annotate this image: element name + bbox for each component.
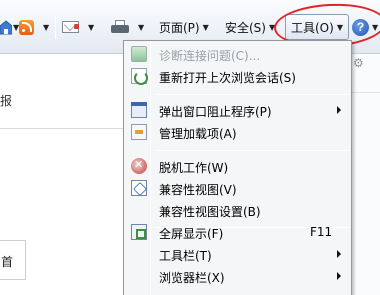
content-divider (0, 128, 124, 129)
menu-item-popup-blocker[interactable]: 弹出窗口阻止程序(P) (126, 99, 349, 121)
reopen-session-icon (131, 68, 148, 85)
safety-menu-button[interactable]: 安全(S) ▼ (225, 14, 275, 40)
popup-blocker-icon (131, 102, 147, 118)
chevron-down-icon: ▼ (88, 22, 95, 32)
menu-item-label: 工具栏(T) (159, 249, 212, 263)
menu-item-label: 管理加载项(A) (159, 127, 237, 141)
menu-separator (156, 150, 348, 151)
menu-item-diagnose[interactable]: 诊断连接问题(C)... (126, 43, 349, 65)
menu-item-shortcut: F11 (310, 225, 333, 239)
menu-item-reopen-session[interactable]: 重新打开上次浏览会话(S) (126, 65, 349, 87)
partial-box-text: 首 (1, 255, 14, 269)
printer-icon (111, 20, 129, 34)
print-button[interactable]: ▼ (111, 14, 144, 40)
submenu-arrow-icon (337, 272, 341, 280)
submenu-arrow-icon (337, 106, 341, 114)
chevron-down-icon: ▼ (372, 22, 379, 32)
right-divider (352, 92, 380, 93)
toolbar-divider (55, 15, 56, 39)
tools-menu-label: 工具(O) (291, 20, 334, 35)
diagnose-icon (131, 46, 147, 62)
fullscreen-icon (131, 224, 147, 240)
chevron-down-icon: ▼ (336, 22, 343, 32)
chevron-down-icon: ▼ (202, 22, 209, 32)
menu-item-label: 弹出窗口阻止程序(P) (159, 105, 272, 119)
read-mail-button[interactable]: ▼ (62, 14, 94, 40)
chevron-down-icon: ▼ (268, 22, 276, 32)
menu-item-work-offline[interactable]: 脱机工作(W) (126, 155, 349, 177)
partial-page-text: 报 (0, 94, 13, 108)
submenu-arrow-icon (337, 250, 341, 258)
menu-item-compat-view[interactable]: 兼容性视图(V) (126, 177, 349, 199)
page-menu-button[interactable]: 页面(P) ▼ (159, 14, 209, 40)
menu-item-label: 全屏显示(F) (159, 227, 224, 241)
safety-menu-label: 安全(S) (225, 20, 266, 35)
compat-view-icon (131, 180, 147, 196)
rss-icon (19, 19, 34, 35)
partial-page-box: 首 (0, 240, 26, 280)
help-icon: ? (352, 18, 369, 36)
chevron-down-icon: ▼ (43, 22, 50, 32)
menu-item-label: 重新打开上次浏览会话(S) (159, 71, 296, 85)
home-dropdown-arrow[interactable]: ▼ (10, 14, 19, 40)
offline-icon (131, 158, 147, 174)
help-menu-button[interactable]: ? ▼ (352, 14, 378, 40)
tools-menu-button[interactable]: 工具(O) ▼ (285, 14, 349, 40)
menu-item-manage-addons[interactable]: 管理加载项(A) (126, 121, 349, 143)
menu-item-label: 脱机工作(W) (159, 161, 229, 175)
menu-item-label: 诊断连接问题(C)... (159, 49, 261, 63)
menu-item-label: 兼容性视图设置(B) (159, 205, 261, 219)
addons-icon (131, 124, 147, 140)
right-page-strip (352, 55, 380, 295)
tools-dropdown-menu: 诊断连接问题(C)... 重新打开上次浏览会话(S) 弹出窗口阻止程序(P) 管… (123, 40, 352, 295)
page-menu-label: 页面(P) (159, 20, 200, 35)
menu-item-compat-view-settings[interactable]: 兼容性视图设置(B) (126, 199, 349, 221)
feeds-button[interactable]: ▼ (19, 14, 49, 40)
menu-separator (156, 94, 348, 95)
menu-item-fullscreen[interactable]: 全屏显示(F) F11 (126, 221, 349, 243)
mail-icon (62, 21, 79, 33)
menu-item-label: 兼容性视图(V) (159, 183, 237, 197)
menu-item-label: 浏览器栏(X) (159, 271, 225, 285)
gear-icon[interactable]: ⚙ (353, 56, 364, 70)
menu-item-toolbars[interactable]: 工具栏(T) (126, 243, 349, 265)
menu-item-explorer-bars[interactable]: 浏览器栏(X) (126, 265, 349, 287)
chevron-down-icon: ▼ (138, 22, 145, 32)
